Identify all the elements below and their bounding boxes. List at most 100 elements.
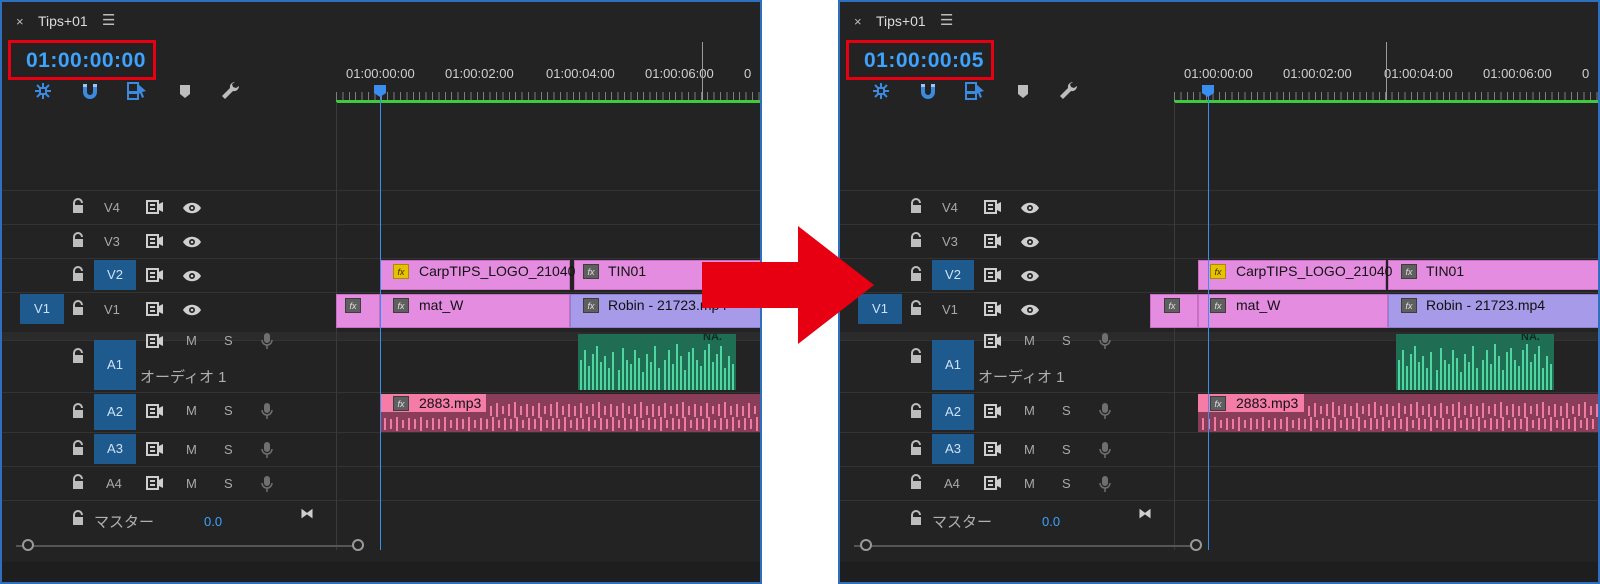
playhead-timecode[interactable]: 01:00:00:00 bbox=[26, 49, 146, 73]
mute-button[interactable]: M bbox=[186, 476, 197, 491]
track-name-a4[interactable]: A4 bbox=[944, 476, 960, 491]
sync-lock-icon[interactable] bbox=[984, 234, 1002, 248]
lock-icon[interactable] bbox=[909, 300, 923, 316]
audio-clip-green[interactable]: NA. bbox=[1396, 334, 1554, 390]
track-name-a1[interactable]: A1 bbox=[932, 340, 974, 390]
sync-lock-icon[interactable] bbox=[146, 334, 164, 348]
sync-lock-icon[interactable] bbox=[146, 268, 164, 282]
lock-icon[interactable] bbox=[71, 403, 85, 419]
track-name-a1[interactable]: A1 bbox=[94, 340, 136, 390]
playhead-line[interactable] bbox=[380, 88, 381, 550]
track-name-a2[interactable]: A2 bbox=[932, 394, 974, 430]
eye-icon[interactable] bbox=[1020, 235, 1040, 249]
lock-icon[interactable] bbox=[909, 510, 923, 526]
mute-button[interactable]: M bbox=[1024, 476, 1035, 491]
microphone-icon[interactable] bbox=[261, 441, 273, 459]
sequence-tab-title[interactable]: Tips+01 bbox=[876, 13, 926, 29]
mute-button[interactable]: M bbox=[1024, 442, 1035, 457]
collapse-expand-icon[interactable]: ⧓ bbox=[300, 505, 314, 522]
sync-lock-icon[interactable] bbox=[984, 404, 1002, 418]
playhead-line[interactable] bbox=[1208, 88, 1209, 550]
mute-button[interactable]: M bbox=[1024, 333, 1035, 348]
sync-lock-icon[interactable] bbox=[146, 200, 164, 214]
sync-lock-icon[interactable] bbox=[146, 234, 164, 248]
mute-button[interactable]: M bbox=[186, 403, 197, 418]
eye-icon[interactable] bbox=[182, 201, 202, 215]
time-ruler[interactable] bbox=[336, 92, 760, 100]
nest-sequence-icon[interactable] bbox=[32, 80, 54, 102]
mute-button[interactable]: M bbox=[1024, 403, 1035, 418]
collapse-expand-icon[interactable]: ⧓ bbox=[1138, 505, 1152, 522]
clip-mat-w[interactable] bbox=[1198, 294, 1388, 328]
track-name-v3[interactable]: V3 bbox=[942, 234, 958, 249]
track-name-v1[interactable]: V1 bbox=[104, 302, 120, 317]
sync-lock-icon[interactable] bbox=[984, 268, 1002, 282]
solo-button[interactable]: S bbox=[1062, 403, 1071, 418]
sync-lock-icon[interactable] bbox=[146, 302, 164, 316]
playhead-timecode[interactable]: 01:00:00:05 bbox=[864, 49, 984, 73]
solo-button[interactable]: S bbox=[224, 476, 233, 491]
sync-lock-icon[interactable] bbox=[984, 442, 1002, 456]
microphone-icon[interactable] bbox=[261, 332, 273, 350]
solo-button[interactable]: S bbox=[224, 403, 233, 418]
nest-sequence-icon[interactable] bbox=[870, 80, 892, 102]
track-name-a2[interactable]: A2 bbox=[94, 394, 136, 430]
lock-icon[interactable] bbox=[909, 198, 923, 214]
eye-icon[interactable] bbox=[1020, 303, 1040, 317]
sync-lock-icon[interactable] bbox=[984, 476, 1002, 490]
track-name-v2[interactable]: V2 bbox=[932, 260, 974, 290]
time-ruler[interactable] bbox=[1174, 92, 1598, 100]
track-name-a3[interactable]: A3 bbox=[932, 434, 974, 464]
add-marker-icon[interactable] bbox=[1012, 80, 1034, 102]
sync-lock-icon[interactable] bbox=[984, 334, 1002, 348]
lock-icon[interactable] bbox=[909, 403, 923, 419]
track-name-a4[interactable]: A4 bbox=[106, 476, 122, 491]
scroll-handle-right[interactable] bbox=[1190, 539, 1202, 551]
microphone-icon[interactable] bbox=[1099, 475, 1111, 493]
scroll-handle-right[interactable] bbox=[352, 539, 364, 551]
snap-magnet-icon[interactable] bbox=[917, 80, 939, 102]
solo-button[interactable]: S bbox=[1062, 442, 1071, 457]
linked-selection-icon[interactable] bbox=[964, 80, 986, 102]
lock-icon[interactable] bbox=[71, 300, 85, 316]
work-area-bar[interactable] bbox=[336, 100, 760, 103]
close-icon[interactable]: × bbox=[16, 14, 24, 29]
solo-button[interactable]: S bbox=[1062, 333, 1071, 348]
microphone-icon[interactable] bbox=[261, 475, 273, 493]
track-name-v1[interactable]: V1 bbox=[942, 302, 958, 317]
lock-icon[interactable] bbox=[71, 266, 85, 282]
panel-menu-icon[interactable]: ☰ bbox=[940, 11, 953, 29]
sync-lock-icon[interactable] bbox=[984, 200, 1002, 214]
lock-icon[interactable] bbox=[71, 348, 85, 364]
lock-icon[interactable] bbox=[71, 440, 85, 456]
lock-icon[interactable] bbox=[909, 474, 923, 490]
add-marker-icon[interactable] bbox=[174, 80, 196, 102]
microphone-icon[interactable] bbox=[1099, 441, 1111, 459]
lock-icon[interactable] bbox=[909, 232, 923, 248]
lock-icon[interactable] bbox=[71, 198, 85, 214]
linked-selection-icon[interactable] bbox=[126, 80, 148, 102]
track-name-v3[interactable]: V3 bbox=[104, 234, 120, 249]
horizontal-scrollbar[interactable] bbox=[854, 545, 1194, 547]
microphone-icon[interactable] bbox=[261, 402, 273, 420]
sequence-tab-title[interactable]: Tips+01 bbox=[38, 13, 88, 29]
solo-button[interactable]: S bbox=[1062, 476, 1071, 491]
solo-button[interactable]: S bbox=[224, 442, 233, 457]
solo-button[interactable]: S bbox=[224, 333, 233, 348]
scroll-handle-left[interactable] bbox=[860, 539, 872, 551]
track-name-a3[interactable]: A3 bbox=[94, 434, 136, 464]
track-name-v2[interactable]: V2 bbox=[94, 260, 136, 290]
master-volume-value[interactable]: 0.0 bbox=[204, 514, 222, 529]
microphone-icon[interactable] bbox=[1099, 402, 1111, 420]
source-patch-v1[interactable]: V1 bbox=[20, 294, 64, 324]
lock-icon[interactable] bbox=[909, 440, 923, 456]
lock-icon[interactable] bbox=[71, 232, 85, 248]
mute-button[interactable]: M bbox=[186, 333, 197, 348]
playhead-handle-icon[interactable] bbox=[1201, 84, 1215, 98]
eye-icon[interactable] bbox=[182, 235, 202, 249]
work-area-bar[interactable] bbox=[1174, 100, 1598, 103]
eye-icon[interactable] bbox=[1020, 269, 1040, 283]
sync-lock-icon[interactable] bbox=[984, 302, 1002, 316]
microphone-icon[interactable] bbox=[1099, 332, 1111, 350]
lock-icon[interactable] bbox=[71, 474, 85, 490]
